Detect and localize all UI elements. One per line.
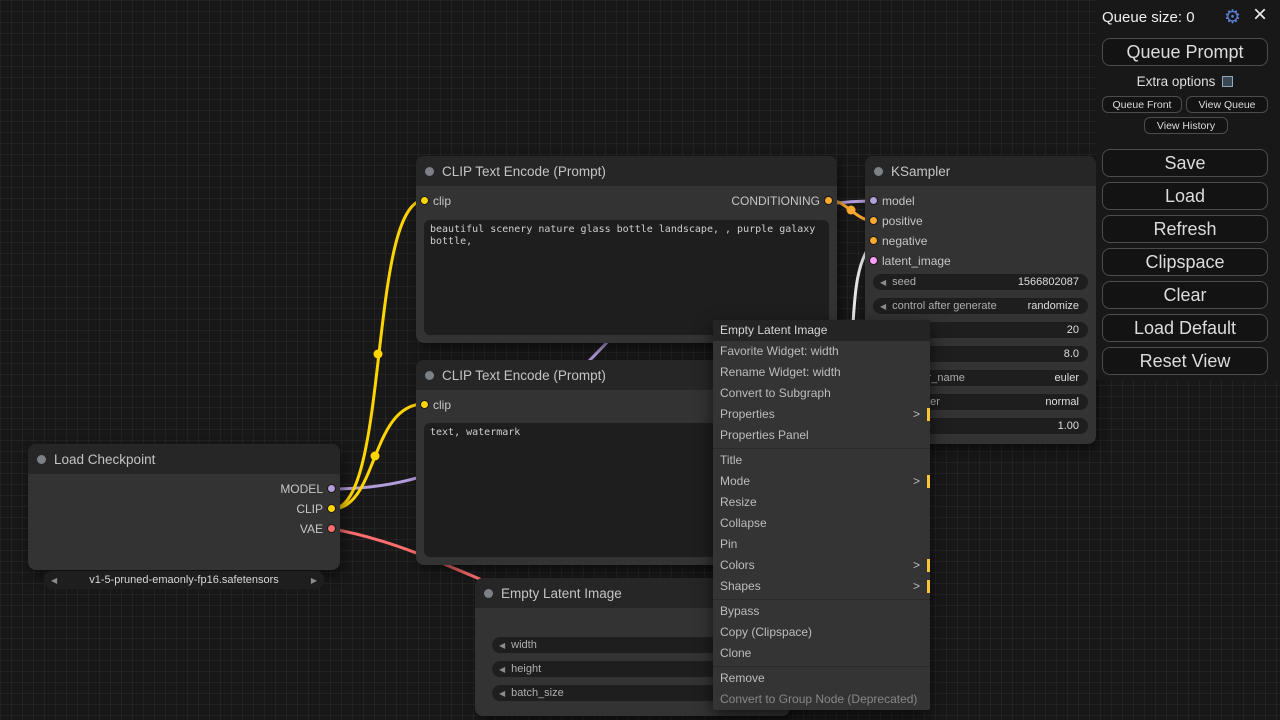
- view-queue-button[interactable]: View Queue: [1186, 96, 1268, 113]
- menu-item-rename-widget[interactable]: Rename Widget: width: [713, 362, 930, 383]
- menu-item-clone[interactable]: Clone: [713, 643, 930, 664]
- clip-output-dot[interactable]: [327, 504, 336, 513]
- menu-item-bypass[interactable]: Bypass: [713, 601, 930, 622]
- collapse-dot-icon[interactable]: [37, 455, 46, 464]
- latent-input-dot[interactable]: [869, 256, 878, 265]
- submenu-accent-bar: [927, 475, 930, 488]
- menu-item-convert-to-subgraph[interactable]: Convert to Subgraph: [713, 383, 930, 404]
- submenu-accent-bar: [927, 559, 930, 572]
- decrement-arrow-icon[interactable]: ◀: [873, 302, 890, 311]
- extra-options-label: Extra options: [1137, 74, 1216, 89]
- reset-view-button[interactable]: Reset View: [1102, 347, 1268, 375]
- decrement-arrow-icon[interactable]: ◀: [492, 689, 509, 698]
- negative-input-dot[interactable]: [869, 236, 878, 245]
- clip-input-label: clip: [433, 194, 451, 208]
- menu-item-copy-clipspace[interactable]: Copy (Clipspace): [713, 622, 930, 643]
- submenu-arrow-icon: >: [913, 576, 920, 597]
- node-title: Load Checkpoint: [54, 452, 155, 467]
- submenu-accent-bar: [927, 408, 930, 421]
- context-menu-header: Empty Latent Image: [713, 320, 930, 341]
- clip-output-label: CLIP: [296, 502, 323, 516]
- model-output-label: MODEL: [280, 482, 323, 496]
- positive-input-dot[interactable]: [869, 216, 878, 225]
- load-default-button[interactable]: Load Default: [1102, 314, 1268, 342]
- node-title: Empty Latent Image: [501, 586, 622, 601]
- menu-item-resize[interactable]: Resize: [713, 492, 930, 513]
- node-title-bar[interactable]: CLIP Text Encode (Prompt): [416, 156, 837, 186]
- menu-item-mode[interactable]: Mode >: [713, 471, 930, 492]
- clip-input-dot[interactable]: [420, 196, 429, 205]
- menu-item-collapse[interactable]: Collapse: [713, 513, 930, 534]
- menu-item-shapes[interactable]: Shapes >: [713, 576, 930, 597]
- menu-item-title[interactable]: Title: [713, 450, 930, 471]
- link-dot-clip-1: [374, 350, 383, 359]
- negative-input-label: negative: [882, 234, 927, 248]
- clip-input-dot[interactable]: [420, 400, 429, 409]
- collapse-dot-icon[interactable]: [425, 167, 434, 176]
- menu-item-convert-to-group-node[interactable]: Convert to Group Node (Deprecated): [713, 689, 930, 710]
- model-input-label: model: [882, 194, 915, 208]
- menu-item-favorite-widget[interactable]: Favorite Widget: width: [713, 341, 930, 362]
- close-icon[interactable]: ×: [1253, 1, 1267, 29]
- node-load-checkpoint[interactable]: Load Checkpoint MODEL CLIP VAE ◀ v1-: [28, 444, 340, 570]
- queue-front-button[interactable]: Queue Front: [1102, 96, 1182, 113]
- node-graph-canvas[interactable]: CLIP Text Encode (Prompt) clip CONDITION…: [0, 0, 1280, 720]
- load-button[interactable]: Load: [1102, 182, 1268, 210]
- save-button[interactable]: Save: [1102, 149, 1268, 177]
- vae-output-dot[interactable]: [327, 524, 336, 533]
- node-title: CLIP Text Encode (Prompt): [442, 368, 606, 383]
- decrement-arrow-icon[interactable]: ◀: [873, 278, 890, 287]
- next-checkpoint-arrow-icon[interactable]: ▶: [307, 576, 324, 585]
- vae-output-label: VAE: [300, 522, 323, 536]
- queue-prompt-button[interactable]: Queue Prompt: [1102, 38, 1268, 66]
- conditioning-output-label: CONDITIONING: [731, 194, 820, 208]
- node-title-bar[interactable]: Load Checkpoint: [28, 444, 340, 474]
- model-output-dot[interactable]: [327, 484, 336, 493]
- link-dot-conditioning: [847, 206, 856, 215]
- seed-widget[interactable]: ◀ seed 1566802087: [873, 274, 1088, 290]
- ckpt-name-widget[interactable]: ◀ v1-5-pruned-emaonly-fp16.safetensors ▶: [44, 571, 324, 589]
- view-history-button[interactable]: View History: [1144, 117, 1228, 134]
- submenu-arrow-icon: >: [913, 471, 920, 492]
- context-menu: Empty Latent Image Favorite Widget: widt…: [713, 320, 930, 710]
- submenu-arrow-icon: >: [913, 555, 920, 576]
- submenu-arrow-icon: >: [913, 404, 920, 425]
- clip-input-label: clip: [433, 398, 451, 412]
- conditioning-output-dot[interactable]: [824, 196, 833, 205]
- submenu-accent-bar: [927, 580, 930, 593]
- extra-options-checkbox[interactable]: [1222, 76, 1233, 87]
- decrement-arrow-icon[interactable]: ◀: [492, 665, 509, 674]
- ckpt-name-value: v1-5-pruned-emaonly-fp16.safetensors: [61, 574, 307, 586]
- menu-item-pin[interactable]: Pin: [713, 534, 930, 555]
- comfy-menu-panel: Queue size: 0 ⚙ × Queue Prompt Extra opt…: [1096, 0, 1280, 380]
- prev-checkpoint-arrow-icon[interactable]: ◀: [44, 576, 61, 585]
- decrement-arrow-icon[interactable]: ◀: [492, 641, 509, 650]
- node-title: CLIP Text Encode (Prompt): [442, 164, 606, 179]
- node-title-bar[interactable]: KSampler: [865, 156, 1096, 186]
- clipspace-button[interactable]: Clipspace: [1102, 248, 1268, 276]
- queue-size-label: Queue size: 0: [1102, 9, 1195, 26]
- link-dot-clip-2: [371, 452, 380, 461]
- menu-item-remove[interactable]: Remove: [713, 668, 930, 689]
- refresh-button[interactable]: Refresh: [1102, 215, 1268, 243]
- model-input-dot[interactable]: [869, 196, 878, 205]
- node-title: KSampler: [891, 164, 950, 179]
- collapse-dot-icon[interactable]: [425, 371, 434, 380]
- settings-gear-icon[interactable]: ⚙: [1224, 6, 1241, 29]
- node-clip-text-encode-positive[interactable]: CLIP Text Encode (Prompt) clip CONDITION…: [416, 156, 837, 343]
- menu-item-colors[interactable]: Colors >: [713, 555, 930, 576]
- clear-button[interactable]: Clear: [1102, 281, 1268, 309]
- menu-item-properties-panel[interactable]: Properties Panel: [713, 425, 930, 446]
- latent-input-label: latent_image: [882, 254, 951, 268]
- prompt-textarea[interactable]: beautiful scenery nature glass bottle la…: [424, 220, 829, 335]
- menu-item-properties[interactable]: Properties >: [713, 404, 930, 425]
- collapse-dot-icon[interactable]: [874, 167, 883, 176]
- collapse-dot-icon[interactable]: [484, 589, 493, 598]
- control-after-generate-widget[interactable]: ◀ control after generate randomize: [873, 298, 1088, 314]
- positive-input-label: positive: [882, 214, 923, 228]
